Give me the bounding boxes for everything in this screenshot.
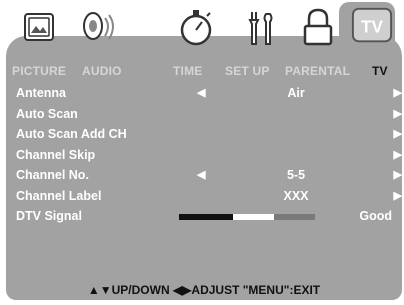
menu-item-label: Channel Skip (16, 147, 96, 162)
menu-item-label: Auto Scan (16, 106, 78, 121)
menu-item-label: DTV Signal (16, 209, 82, 223)
signal-segment-dark (179, 214, 234, 220)
stopwatch-icon[interactable] (176, 6, 216, 48)
menu-item-value: 5-5 (286, 168, 306, 182)
right-arrow-icon[interactable]: ▶ (394, 104, 402, 125)
menu-item-antenna[interactable]: Antenna ◀ Air ▶ (6, 83, 402, 104)
right-arrow-icon[interactable]: ▶ (394, 165, 402, 186)
menu-list: Antenna ◀ Air ▶ Auto Scan ▶ Auto Scan Ad… (6, 83, 402, 227)
right-arrow-icon[interactable]: ▶ (394, 124, 402, 145)
menu-item-channel-label[interactable]: Channel Label XXX ▶ (6, 186, 402, 207)
tab-time[interactable]: TIME (173, 60, 202, 82)
left-arrow-icon[interactable]: ◀ (197, 165, 205, 186)
menu-item-label: Auto Scan Add CH (16, 127, 127, 141)
right-arrow-icon[interactable]: ▶ (394, 186, 402, 207)
picture-icon[interactable] (19, 6, 59, 48)
tab-setup[interactable]: SET UP (225, 60, 270, 82)
right-arrow-icon[interactable]: ▶ (394, 145, 402, 166)
menu-item-value: XXX (283, 188, 309, 203)
tab-audio[interactable]: AUDIO (82, 60, 122, 82)
tools-icon[interactable] (240, 6, 280, 48)
signal-segment-light (233, 214, 275, 220)
tv-icon[interactable]: TV (349, 5, 395, 47)
tab-tv[interactable]: TV (372, 60, 388, 82)
menu-item-dtv-signal: DTV Signal Good (6, 206, 402, 227)
tab-picture[interactable]: PICTURE (12, 60, 66, 82)
menu-item-channel-skip[interactable]: Channel Skip ▶ (6, 145, 402, 166)
menu-item-label: Channel Label (16, 188, 102, 203)
menu-item-auto-scan-add-ch[interactable]: Auto Scan Add CH ▶ (6, 124, 402, 145)
menu-item-label: Channel No. (16, 168, 89, 182)
menu-item-channel-no[interactable]: Channel No. ◀ 5-5 ▶ (6, 165, 402, 186)
navigation-help: ▲▼UP/DOWN ◀▶ADJUST "MENU":EXIT (87, 283, 321, 297)
tv-icon-text: TV (361, 17, 383, 37)
left-arrow-icon[interactable]: ◀ (197, 83, 205, 104)
lock-icon[interactable] (298, 6, 338, 48)
menu-item-auto-scan[interactable]: Auto Scan ▶ (6, 104, 402, 125)
icon-row: TV (0, 0, 404, 60)
tab-row: PICTURE AUDIO TIME SET UP PARENTAL TV (6, 60, 402, 82)
speaker-icon[interactable] (79, 6, 119, 48)
signal-status: Good (359, 209, 392, 223)
tab-parental[interactable]: PARENTAL (285, 60, 350, 82)
menu-item-value: Air (287, 86, 305, 100)
right-arrow-icon[interactable]: ▶ (394, 83, 402, 104)
signal-strength-bar (179, 214, 315, 220)
menu-item-label: Antenna (16, 86, 66, 100)
